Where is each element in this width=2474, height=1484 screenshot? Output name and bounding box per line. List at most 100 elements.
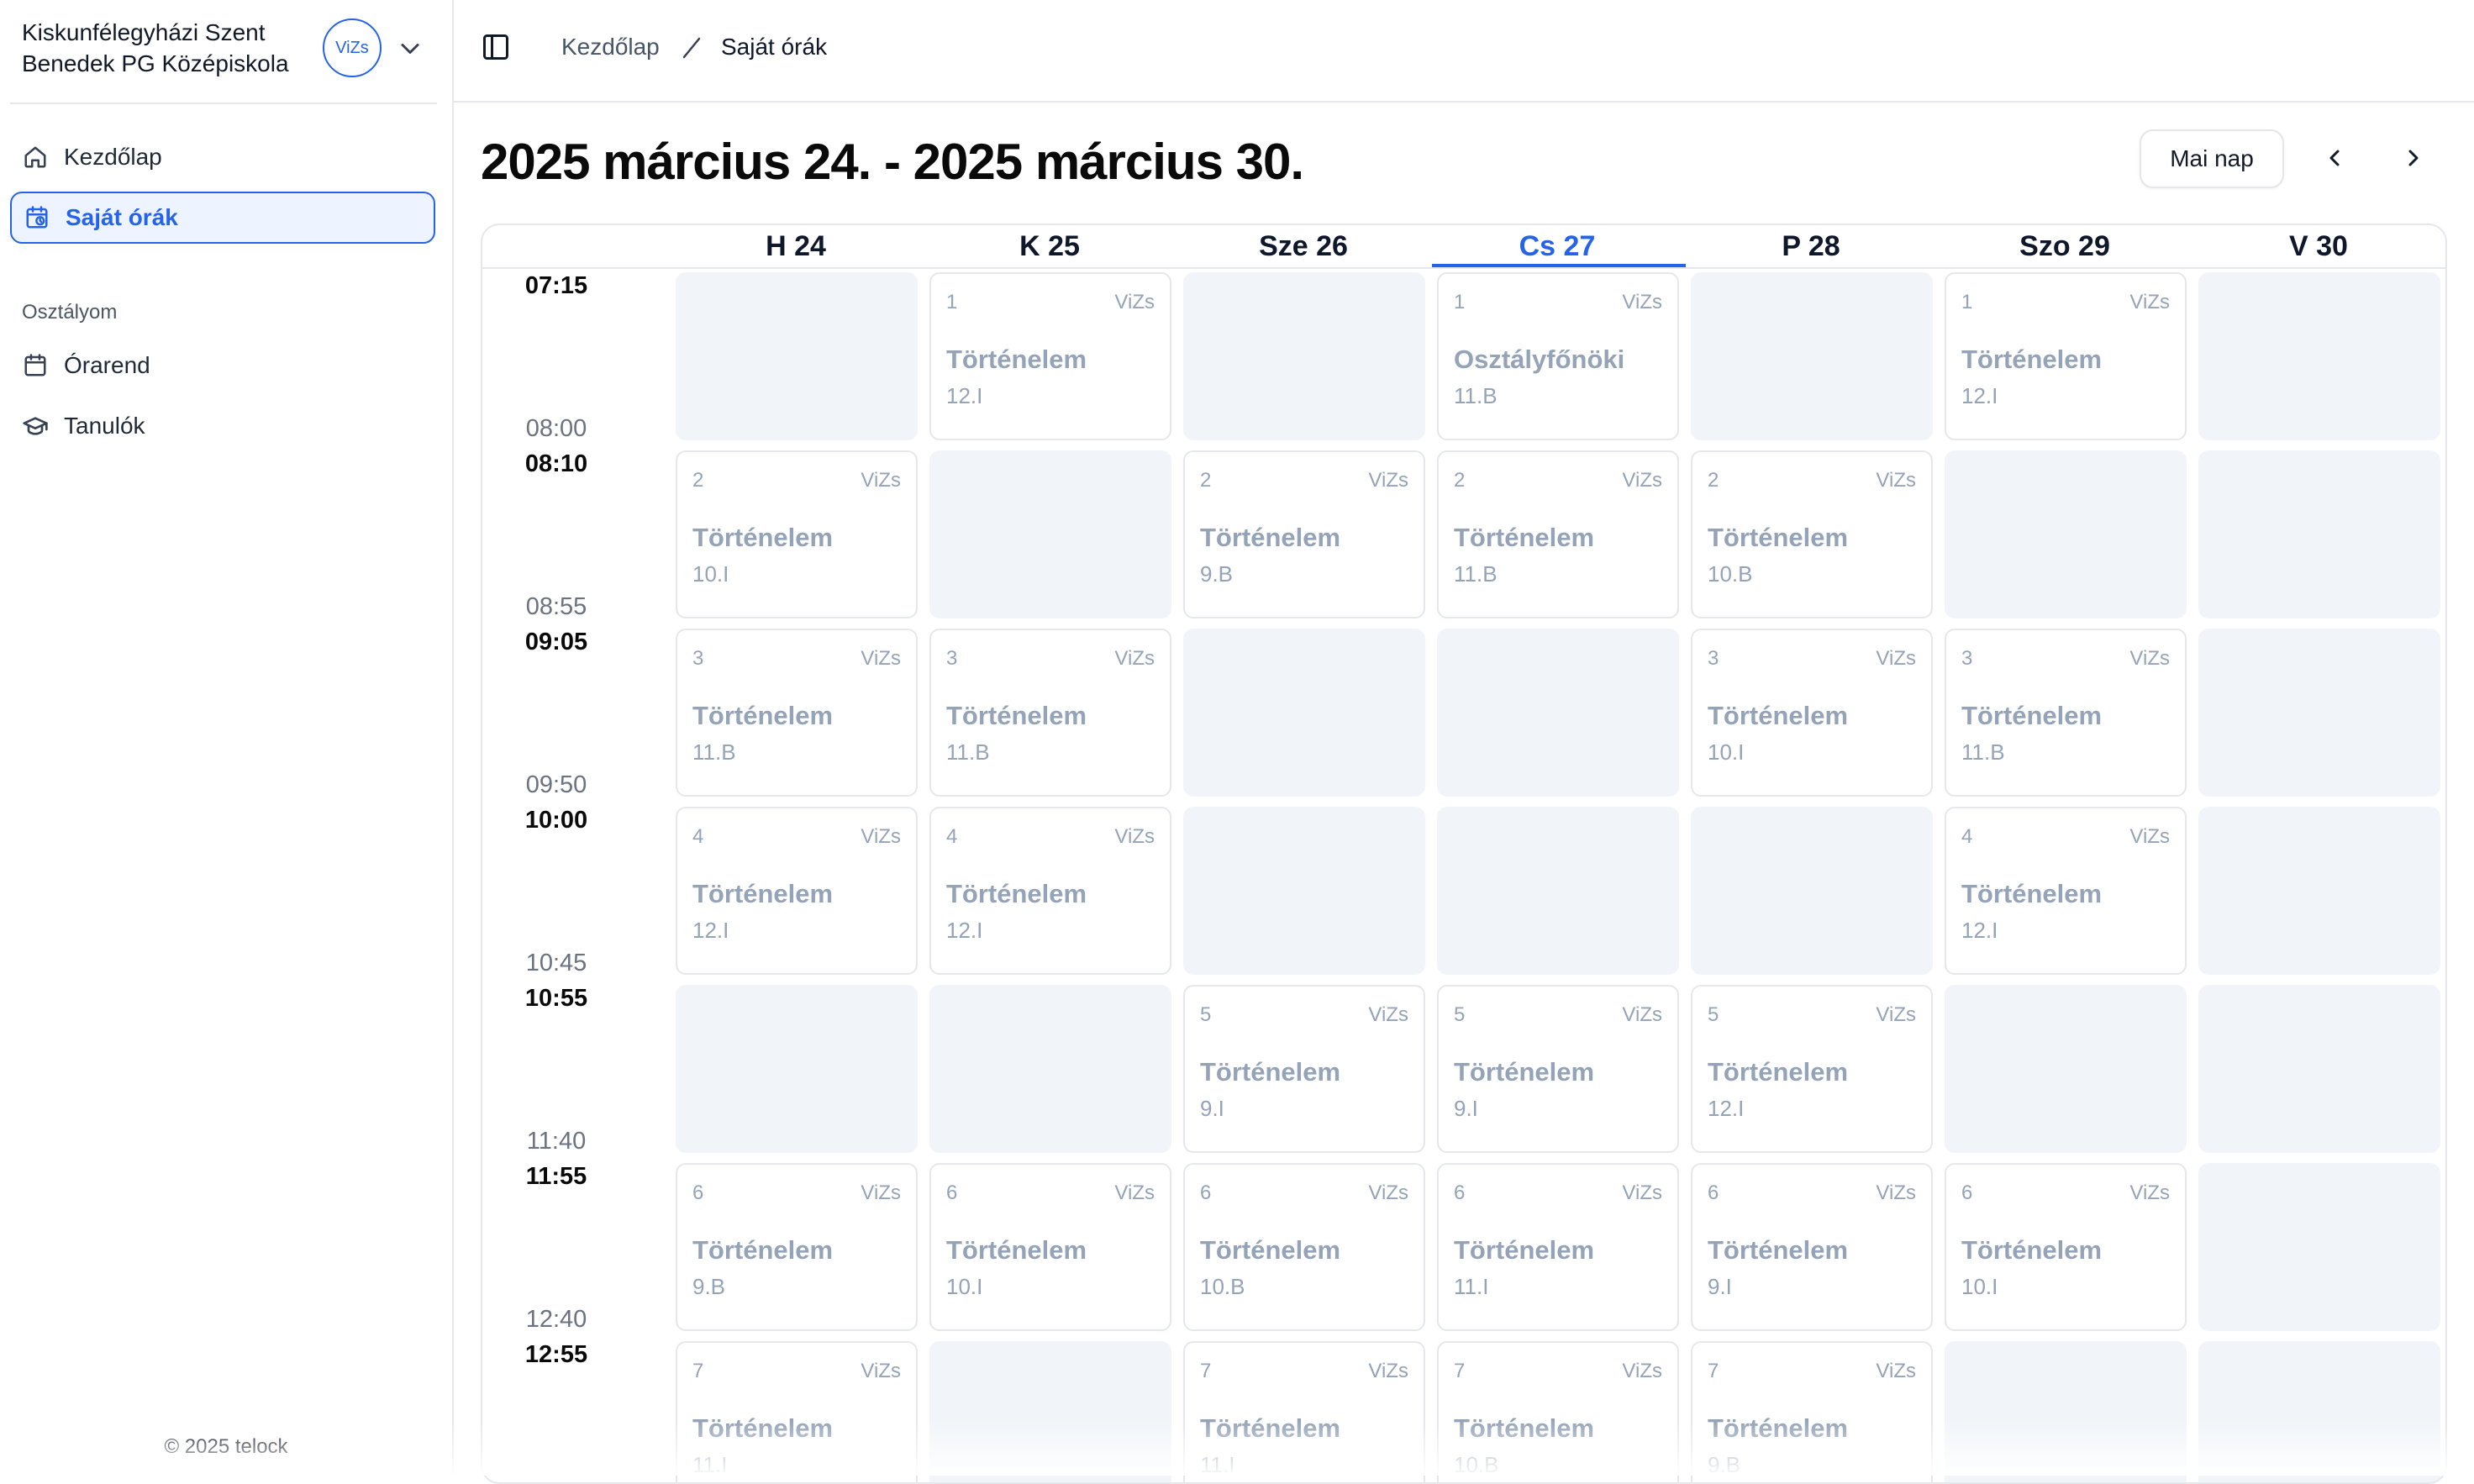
class-name: 12.I [946,918,983,943]
lesson-card[interactable]: 3 ViZs Történelem 10.I [1691,629,1933,797]
day-header: V 30 [2289,230,2348,262]
lesson-card[interactable]: 3 ViZs Történelem 11.B [929,629,1171,797]
breadcrumb-home-link[interactable]: Kezdőlap [561,34,660,61]
lesson-card[interactable]: 2 ViZs Történelem 11.B [1437,450,1679,618]
lesson-card[interactable]: 7 ViZs Történelem 10.B [1437,1341,1679,1482]
teacher-code: ViZs [1622,1181,1662,1204]
lesson-card[interactable]: 1 ViZs Történelem 12.I [1945,272,2187,440]
teacher-code: ViZs [861,1181,901,1204]
lesson-number: 7 [692,1360,704,1382]
lesson-subject: Történelem [1200,1235,1341,1265]
today-button[interactable]: Mai nap [2140,129,2284,188]
class-name: 11.B [692,739,736,765]
lesson-number: 6 [1200,1181,1212,1204]
teacher-code: ViZs [1622,1360,1662,1382]
sidebar-item-students[interactable]: Tanulók [10,400,435,452]
teacher-code: ViZs [2129,291,2170,313]
sidebar-item-own-lessons[interactable]: Saját órák [10,192,435,244]
class-name: 11.I [1454,1274,1489,1299]
next-week-button[interactable] [2397,143,2430,176]
lesson-card[interactable]: 7 ViZs Történelem 11.I [676,1341,918,1482]
teacher-code: ViZs [1368,1360,1408,1382]
lesson-card[interactable]: 6 ViZs Történelem 10.I [929,1163,1171,1331]
avatar[interactable]: ViZs [323,18,382,77]
period-start-time: 12:55 [524,1341,588,1368]
lesson-number: 4 [946,825,958,848]
lesson-subject: Történelem [1708,1413,1849,1443]
lesson-card[interactable]: 4 ViZs Történelem 12.I [676,807,918,975]
empty-slot [2198,272,2440,440]
lesson-subject: Történelem [1454,1057,1595,1087]
school-name: Kiskunfélegyházi Szent Benedek PG Középi… [22,19,289,76]
lesson-card[interactable]: 5 ViZs Történelem 9.I [1183,985,1425,1153]
period-start-time: 08:10 [524,450,588,477]
sidebar-item-timetable[interactable]: Órarend [10,339,435,392]
lesson-card[interactable]: 7 ViZs Történelem 11.I [1183,1341,1425,1482]
teacher-code: ViZs [1368,1003,1408,1026]
teacher-code: ViZs [1114,1181,1155,1204]
lesson-card[interactable]: 3 ViZs Történelem 11.B [676,629,918,797]
teacher-code: ViZs [1114,647,1155,670]
lesson-number: 2 [1708,469,1719,492]
lesson-card[interactable]: 2 ViZs Történelem 9.B [1183,450,1425,618]
sidebar-toggle-icon[interactable] [481,32,514,66]
period-end-time: 12:40 [525,1306,587,1333]
teacher-code: ViZs [1368,469,1408,492]
page-title: 2025 március 24. - 2025 március 30. [481,134,1304,190]
lesson-number: 2 [692,469,704,492]
lesson-card[interactable]: 1 ViZs Történelem 12.I [929,272,1171,440]
lesson-card[interactable]: 7 ViZs Történelem 9.B [1691,1341,1933,1482]
lesson-subject: Történelem [1708,523,1849,552]
lesson-subject: Történelem [1454,523,1595,552]
class-name: 9.B [1708,1452,1741,1477]
lesson-subject: Osztályfőnöki [1454,345,1625,374]
class-name: 10.B [1708,561,1753,587]
lesson-card[interactable]: 2 ViZs Történelem 10.I [676,450,918,618]
lesson-number: 6 [692,1181,704,1204]
empty-slot [1183,272,1425,440]
period-start-time: 07:15 [524,272,588,299]
class-name: 9.I [1200,1096,1224,1121]
lesson-card[interactable]: 4 ViZs Történelem 12.I [1945,807,2187,975]
lesson-number: 7 [1708,1360,1719,1382]
teacher-code: ViZs [861,825,901,848]
empty-slot [929,450,1171,618]
teacher-code: ViZs [2129,647,2170,670]
lesson-card[interactable]: 4 ViZs Történelem 12.I [929,807,1171,975]
class-name: 9.B [1200,561,1234,587]
lesson-card[interactable]: 5 ViZs Történelem 12.I [1691,985,1933,1153]
lesson-card[interactable]: 6 ViZs Történelem 9.B [676,1163,918,1331]
empty-slot [929,985,1171,1153]
sidebar-item-home[interactable]: Kezdőlap [10,131,435,183]
lesson-card[interactable]: 6 ViZs Történelem 10.B [1183,1163,1425,1331]
week-calendar: H 24 K 25 Sze 26 Cs 27 P 28 Szo 29 V 30 07:15 08… [481,224,2447,1484]
empty-slot [1183,807,1425,975]
empty-slot [1183,629,1425,797]
prev-week-button[interactable] [2318,143,2351,176]
home-icon [22,144,49,171]
lesson-subject: Történelem [692,1235,834,1265]
teacher-code: ViZs [1876,647,1916,670]
sidebar-item-label: Kezdőlap [64,144,162,170]
teacher-code: ViZs [2129,825,2170,848]
lesson-card[interactable]: 6 ViZs Történelem 10.I [1945,1163,2187,1331]
lesson-subject: Történelem [1454,1235,1595,1265]
lesson-card[interactable]: 6 ViZs Történelem 9.I [1691,1163,1933,1331]
lesson-subject: Történelem [1708,701,1849,730]
lesson-card[interactable]: 3 ViZs Történelem 11.B [1945,629,2187,797]
lesson-card[interactable]: 6 ViZs Történelem 11.I [1437,1163,1679,1331]
chevron-down-icon[interactable] [395,34,425,64]
sidebar: Kiskunfélegyházi Szent Benedek PG Középi… [0,0,454,1476]
lesson-card[interactable]: 2 ViZs Történelem 10.B [1691,450,1933,618]
empty-slot [676,272,918,440]
lesson-card[interactable]: 1 ViZs Osztályfőnöki 11.B [1437,272,1679,440]
day-header: Cs 27 [1519,230,1596,262]
teacher-code: ViZs [1368,1181,1408,1204]
class-name: 10.I [946,1274,983,1299]
teacher-code: ViZs [861,647,901,670]
day-header: Sze 26 [1259,230,1348,262]
lesson-card[interactable]: 5 ViZs Történelem 9.I [1437,985,1679,1153]
class-name: 9.B [692,1274,726,1299]
teacher-code: ViZs [1622,469,1662,492]
lesson-number: 7 [1200,1360,1212,1382]
